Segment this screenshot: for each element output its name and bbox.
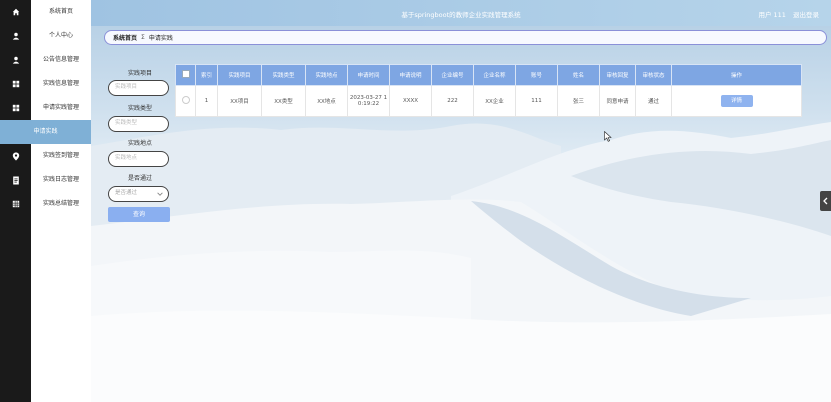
row-select-radio[interactable] bbox=[175, 85, 196, 117]
select-all-checkbox[interactable] bbox=[175, 64, 196, 86]
sidebar-item-profile[interactable]: 个人中心 bbox=[31, 24, 91, 48]
user-name: 用户 111 bbox=[758, 11, 786, 19]
type-label: 实践类型 bbox=[127, 105, 152, 112]
sidebar-item-notice[interactable]: 公告信息管理 bbox=[31, 48, 91, 72]
sidebar-item-practice-info[interactable]: 实践信息管理 bbox=[31, 72, 91, 96]
col-header: 操作 bbox=[671, 64, 802, 86]
table-cell: 通过 bbox=[635, 85, 672, 117]
system-title: 基于springboot的教师企业实践管理系统 bbox=[401, 11, 521, 19]
chevron-left-icon bbox=[823, 197, 828, 205]
table-cell: 111 bbox=[515, 85, 558, 117]
place-label: 实践地点 bbox=[127, 140, 152, 147]
col-header: 审核状态 bbox=[635, 64, 672, 86]
sidebar-item-summary[interactable]: 实践总结管理 bbox=[31, 192, 91, 216]
table-icon[interactable] bbox=[0, 192, 31, 216]
col-header: 姓名 bbox=[557, 64, 600, 86]
passed-select[interactable]: 是否通过 bbox=[108, 186, 169, 202]
actions-cell: 详情 bbox=[671, 85, 802, 117]
chevron-down-icon bbox=[157, 190, 163, 203]
detail-button[interactable]: 详情 bbox=[720, 95, 753, 107]
col-header: 索引 bbox=[195, 64, 218, 86]
user-icon[interactable] bbox=[0, 24, 31, 48]
location-pin-icon[interactable] bbox=[0, 144, 31, 168]
col-header: 企业编号 bbox=[431, 64, 474, 86]
search-button[interactable]: 查询 bbox=[108, 207, 170, 222]
sidebar: 系统首页 个人中心 公告信息管理 实践信息管理 申请实践管理 申请实践 实践签到… bbox=[0, 0, 91, 402]
table-cell: XX类型 bbox=[261, 85, 306, 117]
table-cell: 同意申请 bbox=[599, 85, 636, 117]
sidebar-item-apply[interactable]: 申请实践 bbox=[0, 120, 91, 144]
side-toggle-tab[interactable] bbox=[820, 191, 831, 211]
sidebar-item-log[interactable]: 实践日志管理 bbox=[31, 168, 91, 192]
table-cell: 1 bbox=[195, 85, 218, 117]
user-area: 用户 111 退出登录 bbox=[753, 9, 819, 19]
sidebar-item-signin[interactable]: 实践签到管理 bbox=[31, 144, 91, 168]
breadcrumb-home[interactable]: 系统首页 bbox=[113, 33, 137, 42]
grid-icon[interactable] bbox=[0, 96, 31, 120]
col-header: 审核回复 bbox=[599, 64, 636, 86]
col-header: 申请时间 bbox=[347, 64, 390, 86]
table-cell: XX项目 bbox=[217, 85, 262, 117]
table-cell: XXXX bbox=[389, 85, 432, 117]
passed-select-value: 是否通过 bbox=[115, 190, 138, 196]
passed-label: 是否通过 bbox=[127, 175, 152, 182]
table-row: 1 XX项目 XX类型 XX地点 2023-03-27 10:19:22 XXX… bbox=[175, 85, 802, 117]
sidebar-item-apply-manage[interactable]: 申请实践管理 bbox=[31, 96, 91, 120]
col-header: 实践地点 bbox=[305, 64, 348, 86]
col-header: 实践项目 bbox=[217, 64, 262, 86]
col-header: 账号 bbox=[515, 64, 558, 86]
mouse-cursor-icon bbox=[604, 131, 612, 142]
logout-link[interactable]: 退出登录 bbox=[793, 11, 819, 19]
project-input[interactable]: 实践项目 bbox=[108, 80, 169, 96]
place-input[interactable]: 实践地点 bbox=[108, 151, 169, 167]
grid-icon[interactable] bbox=[0, 72, 31, 96]
breadcrumb-current: 申请实践 bbox=[148, 35, 173, 42]
data-table: 索引 实践项目 实践类型 实践地点 申请时间 申请说明 企业编号 企业名称 账号… bbox=[175, 64, 802, 117]
table-cell: 222 bbox=[431, 85, 474, 117]
col-header: 申请说明 bbox=[389, 64, 432, 86]
breadcrumb-separator: Σ bbox=[141, 34, 145, 41]
user-icon[interactable] bbox=[0, 48, 31, 72]
table-cell: 张三 bbox=[557, 85, 600, 117]
home-icon[interactable] bbox=[0, 0, 31, 24]
table-cell: 2023-03-27 10:19:22 bbox=[347, 85, 390, 117]
breadcrumb: 系统首页 Σ 申请实践 bbox=[104, 30, 827, 45]
main-content: 系统首页 Σ 申请实践 实践项目 实践项目 实践类型 实践类型 实践地点 实践地… bbox=[91, 26, 831, 402]
document-icon[interactable] bbox=[0, 168, 31, 192]
table-cell: XX地点 bbox=[305, 85, 348, 117]
top-header: 基于springboot的教师企业实践管理系统 用户 111 退出登录 bbox=[91, 0, 831, 26]
sidebar-item-home[interactable]: 系统首页 bbox=[31, 0, 91, 24]
table-header-row: 索引 实践项目 实践类型 实践地点 申请时间 申请说明 企业编号 企业名称 账号… bbox=[175, 64, 802, 86]
project-label: 实践项目 bbox=[127, 70, 152, 77]
type-input[interactable]: 实践类型 bbox=[108, 116, 169, 132]
col-header: 企业名称 bbox=[473, 64, 516, 86]
col-header: 实践类型 bbox=[261, 64, 306, 86]
table-cell: XX企业 bbox=[473, 85, 516, 117]
icon-bar bbox=[0, 0, 31, 402]
